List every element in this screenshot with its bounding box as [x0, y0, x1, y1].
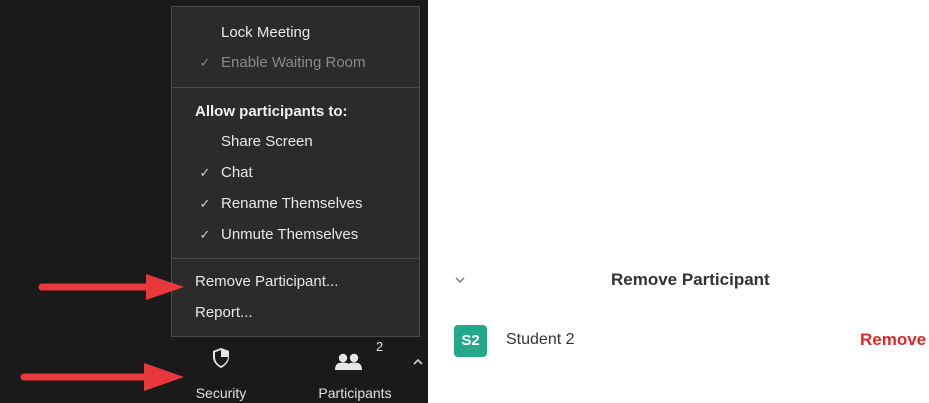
security-label: Security [195, 385, 247, 401]
avatar: S2 [454, 325, 487, 357]
menu-item-share-screen[interactable]: Share Screen [172, 129, 419, 155]
menu-divider [172, 87, 419, 88]
remove-button[interactable]: Remove [860, 330, 926, 350]
menu-item-unmute-themselves[interactable]: ✓ Unmute Themselves [172, 222, 419, 248]
menu-item-remove-participant[interactable]: Remove Participant... [195, 273, 338, 290]
participant-name: Student 2 [506, 331, 575, 348]
shield-icon [213, 348, 229, 368]
menu-item-label: Lock Meeting [221, 24, 311, 41]
security-menu: Lock Meeting ✓ Enable Waiting Room Allow… [171, 6, 420, 337]
chevron-up-icon[interactable] [411, 356, 425, 368]
participants-label: Participants [318, 385, 392, 401]
chevron-down-icon[interactable] [453, 273, 467, 287]
people-icon [335, 353, 362, 370]
menu-item-enable-waiting-room[interactable]: ✓ Enable Waiting Room [172, 50, 419, 76]
check-icon: ✓ [199, 165, 211, 180]
menu-divider [172, 258, 419, 259]
menu-item-label: Enable Waiting Room [221, 54, 366, 71]
participants-count: 2 [376, 339, 384, 354]
check-icon: ✓ [199, 196, 211, 211]
check-icon: ✓ [199, 227, 211, 242]
allow-participants-heading: Allow participants to: [195, 103, 348, 120]
annotation-arrow-icon [20, 363, 184, 391]
menu-item-label: Rename Themselves [221, 195, 363, 212]
menu-item-label: Chat [221, 164, 253, 181]
menu-item-rename-themselves[interactable]: ✓ Rename Themselves [172, 191, 419, 217]
menu-item-report[interactable]: Report... [195, 304, 253, 321]
annotation-arrow-icon [38, 274, 184, 300]
menu-item-label: Share Screen [221, 133, 313, 150]
security-button[interactable]: Security [181, 339, 261, 403]
menu-item-lock-meeting[interactable]: Lock Meeting [172, 20, 419, 46]
menu-item-label: Unmute Themselves [221, 226, 359, 243]
participants-button[interactable]: Participants [312, 339, 398, 403]
remove-participant-title: Remove Participant [611, 270, 770, 289]
check-icon: ✓ [199, 55, 211, 70]
menu-item-chat[interactable]: ✓ Chat [172, 160, 419, 186]
